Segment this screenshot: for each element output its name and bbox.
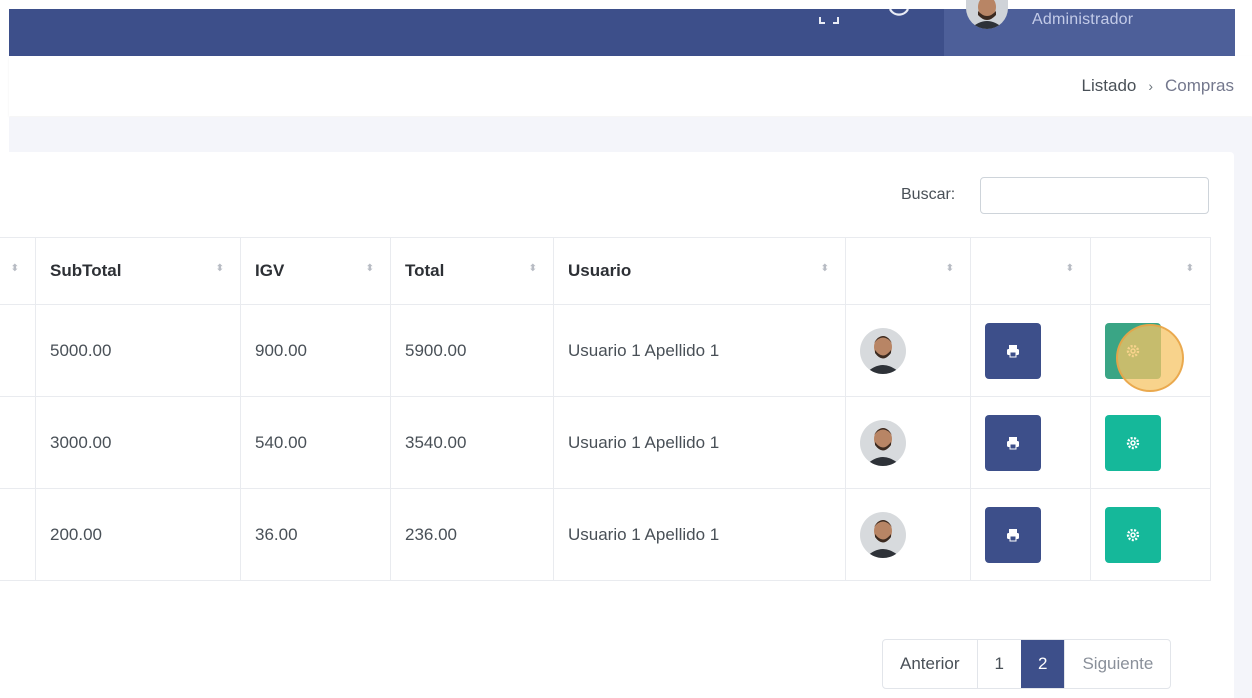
- column-header-igv[interactable]: IGV ⬍: [240, 237, 391, 305]
- sort-icon: ⬍: [945, 263, 954, 274]
- cell-igv: 900.00: [240, 304, 391, 397]
- breadcrumb-item-listado[interactable]: Listado: [1082, 76, 1137, 95]
- print-button[interactable]: [985, 414, 1041, 471]
- settings-button[interactable]: [1105, 506, 1161, 563]
- sort-icon: ⬍: [820, 263, 829, 274]
- print-button[interactable]: [985, 322, 1041, 379]
- cell-actions: [1090, 396, 1211, 489]
- cell-total: 3540.00: [390, 396, 554, 489]
- user-avatar: [860, 419, 906, 466]
- purchases-table: ⬍ SubTotal ⬍ IGV ⬍ Total ⬍ Usuario ⬍ ⬍ ⬍ ⬍ 5…: [0, 237, 1211, 581]
- table-header-row: ⬍ SubTotal ⬍ IGV ⬍ Total ⬍ Usuario ⬍ ⬍ ⬍ ⬍: [0, 237, 1211, 305]
- page-title-bar: Listado › Compras: [9, 56, 1252, 116]
- power-icon[interactable]: [885, 9, 913, 27]
- sort-icon: ⬍: [365, 263, 374, 274]
- user-avatar[interactable]: [966, 0, 1008, 29]
- gear-icon: [1126, 436, 1140, 449]
- cell-igv: 540.00: [240, 396, 391, 489]
- column-header-actions[interactable]: ⬍: [1090, 237, 1211, 305]
- cell-total: 5900.00: [390, 304, 554, 397]
- printer-icon: [1007, 436, 1019, 449]
- sort-icon: ⬍: [215, 263, 224, 274]
- sort-icon: ⬍: [1065, 263, 1074, 274]
- user-avatar: [860, 327, 906, 374]
- column-header-usuario[interactable]: Usuario ⬍: [553, 237, 846, 305]
- column-header-print[interactable]: ⬍: [970, 237, 1091, 305]
- sort-icon: ⬍: [528, 263, 537, 274]
- cell-prev: [0, 488, 36, 581]
- printer-icon: [1007, 528, 1019, 541]
- pagination-next[interactable]: Siguiente: [1064, 640, 1170, 688]
- cell-avatar: [845, 396, 971, 489]
- breadcrumb: Listado › Compras: [1082, 76, 1234, 96]
- top-navbar: Administrador: [9, 0, 1235, 56]
- search-label: Buscar:: [901, 186, 956, 203]
- pagination-page-1[interactable]: 1: [976, 640, 1021, 688]
- column-header-subtotal[interactable]: SubTotal ⬍: [35, 237, 241, 305]
- cell-avatar: [845, 488, 971, 581]
- fullscreen-icon[interactable]: [819, 11, 839, 25]
- table-row: 200.00 36.00 236.00 Usuario 1 Apellido 1: [0, 488, 1211, 581]
- breadcrumb-separator: ›: [1148, 78, 1154, 94]
- cell-igv: 36.00: [240, 488, 391, 581]
- cell-usuario: Usuario 1 Apellido 1: [553, 488, 846, 581]
- cell-print: [970, 488, 1091, 581]
- sort-icon: ⬍: [10, 263, 19, 274]
- column-header-avatar[interactable]: ⬍: [845, 237, 971, 305]
- breadcrumb-item-compras: Compras: [1165, 76, 1234, 95]
- cell-total: 236.00: [390, 488, 554, 581]
- cell-subtotal: 200.00: [35, 488, 241, 581]
- pagination-prev[interactable]: Anterior: [883, 640, 977, 688]
- cell-subtotal: 5000.00: [35, 304, 241, 397]
- sort-icon: ⬍: [1185, 263, 1194, 274]
- cell-print: [970, 304, 1091, 397]
- search-input[interactable]: [980, 177, 1209, 214]
- print-button[interactable]: [985, 506, 1041, 563]
- column-header-total[interactable]: Total ⬍: [390, 237, 554, 305]
- cell-usuario: Usuario 1 Apellido 1: [553, 396, 846, 489]
- table-row: 3000.00 540.00 3540.00 Usuario 1 Apellid…: [0, 396, 1211, 489]
- cell-subtotal: 3000.00: [35, 396, 241, 489]
- cell-avatar: [845, 304, 971, 397]
- table-row: 5000.00 900.00 5900.00 Usuario 1 Apellid…: [0, 304, 1211, 397]
- cell-prev: [0, 304, 36, 397]
- gear-icon: [1126, 528, 1140, 541]
- pagination-page-2[interactable]: 2: [1021, 640, 1065, 688]
- pagination: Anterior 1 2 Siguiente: [882, 639, 1172, 689]
- column-header-prev[interactable]: ⬍: [0, 237, 36, 305]
- user-avatar: [860, 511, 906, 558]
- user-menu[interactable]: Administrador: [944, 0, 1235, 56]
- printer-icon: [1007, 344, 1019, 357]
- cell-prev: [0, 396, 36, 489]
- user-role: Administrador: [1032, 11, 1134, 28]
- settings-button[interactable]: [1105, 414, 1161, 471]
- click-indicator: [1116, 324, 1184, 392]
- cell-actions: [1090, 488, 1211, 581]
- cell-print: [970, 396, 1091, 489]
- cell-usuario: Usuario 1 Apellido 1: [553, 304, 846, 397]
